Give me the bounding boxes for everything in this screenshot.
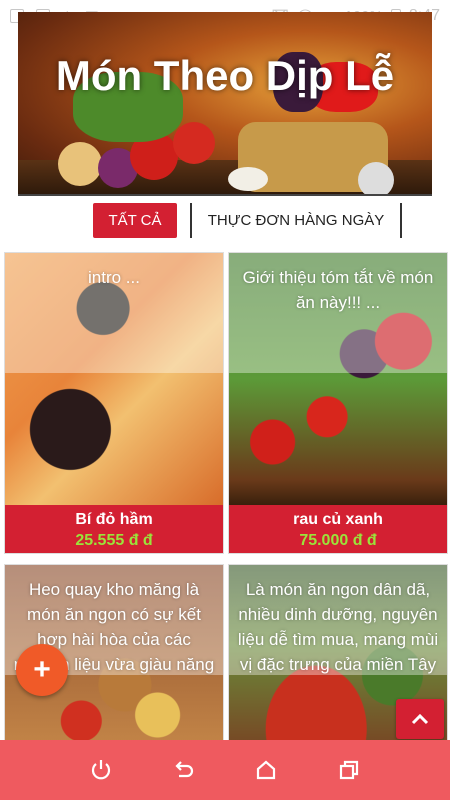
dish-intro: Giới thiệu tóm tắt về món ăn này!!! ... [242, 268, 434, 312]
recents-icon [339, 760, 358, 780]
hero-title: Món Theo Dịp Lễ [55, 52, 395, 99]
system-nav-bar [0, 740, 450, 800]
home-button[interactable] [251, 755, 281, 785]
recents-button[interactable] [334, 755, 364, 785]
tab-daily-menu[interactable]: THỰC ĐƠN HÀNG NGÀY [190, 203, 402, 238]
power-button[interactable] [86, 755, 116, 785]
dish-name: rau củ xanh [293, 511, 383, 528]
hero-banner: Món Theo Dịp Lễ [18, 12, 432, 196]
power-icon [92, 760, 111, 780]
dish-card[interactable]: Giới thiệu tóm tắt về món ăn này!!! ... … [228, 252, 448, 554]
chevron-up-icon [411, 713, 429, 725]
home-icon [257, 760, 276, 780]
tab-all[interactable]: TẤT CẢ [93, 203, 177, 238]
category-tabs: TẤT CẢ THỰC ĐƠN HÀNG NGÀY [0, 203, 450, 239]
dish-name: Bí đỏ hầm [75, 511, 153, 528]
back-button[interactable] [169, 755, 199, 785]
add-button[interactable]: + [16, 644, 68, 696]
dish-intro: Là món ăn ngon dân dã, nhiều dinh dưỡng,… [237, 580, 439, 674]
dish-price: 75.000 đ đ [299, 532, 377, 549]
dish-price: 25.555 đ đ [75, 532, 153, 549]
scroll-to-top-button[interactable] [396, 699, 444, 739]
dish-footer: Bí đỏ hầm 25.555 đ đ [5, 505, 223, 553]
dish-card[interactable]: intro ... Bí đỏ hầm 25.555 đ đ [4, 252, 224, 554]
dish-intro: intro ... [88, 268, 140, 287]
back-icon [175, 761, 193, 778]
dish-footer: rau củ xanh 75.000 đ đ [229, 505, 447, 553]
